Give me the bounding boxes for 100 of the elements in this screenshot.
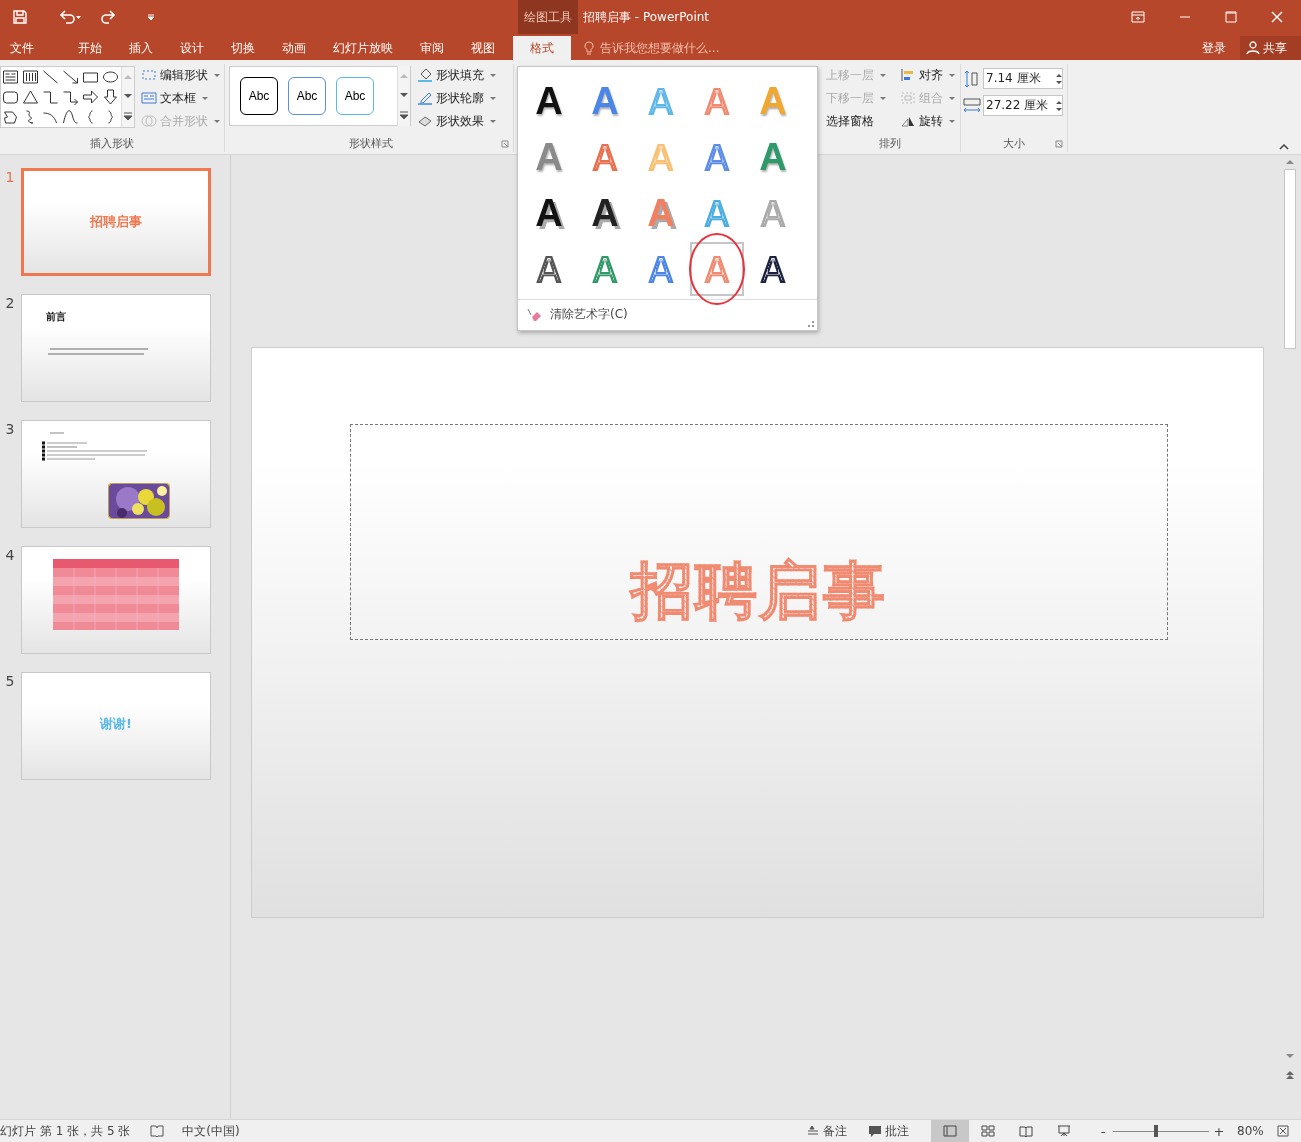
wordart-glyph: A [591,249,619,289]
scroll-down-icon[interactable] [124,93,132,99]
wordart-style[interactable]: A [634,242,688,296]
wordart-style[interactable]: A [578,130,632,184]
sign-in-link[interactable]: 登录 [1202,39,1226,57]
wordart-glyph: A [759,82,787,120]
group-label: 形状样式 [348,136,394,152]
eraser-icon [526,307,542,322]
vertical-textbox-icon[interactable] [21,68,40,86]
more-icon[interactable] [124,112,132,121]
ribbon-tab[interactable]: 动画 [269,36,319,60]
shape-style[interactable]: Abc [240,77,278,115]
resize-grip-icon[interactable] [808,321,814,327]
wordart-style[interactable]: A [690,130,744,184]
notes-button[interactable]: 备注 [807,1122,847,1140]
proofing-icon[interactable] [150,1125,165,1137]
ribbon-command[interactable]: 文本框 [141,89,220,107]
zoom-out-button[interactable]: - [1097,1123,1109,1139]
context-tab-group: 绘图工具 [518,0,578,34]
wordart-style[interactable]: A [522,130,576,184]
ribbon-tab[interactable]: 设计 [167,36,217,60]
wordart-glyph: A [647,249,675,289]
shape-style[interactable]: Abc [288,77,326,115]
pencil-icon [417,90,433,106]
fit-to-window-icon[interactable] [1277,1125,1289,1137]
scroll-down-icon[interactable] [400,92,408,98]
wordart-glyph: A [591,194,619,232]
clear-wordart-item[interactable]: 清除艺术字(C) [518,299,817,329]
slide-thumbnail[interactable]: 前言 [21,294,211,402]
window-title: 招聘启事 - PowerPoint [583,8,710,26]
slide-counter: 幻灯片 第 1 张，共 5 张 [0,1122,131,1140]
ribbon-tab[interactable]: 文件 [0,36,47,60]
spin-arrows-icon[interactable] [1056,98,1062,113]
freeform-icon[interactable] [1,108,20,126]
line-icon[interactable] [41,68,60,86]
previous-slide-icon[interactable] [1286,1071,1294,1079]
wordart-glyph: A [591,82,619,120]
slide-number: 2 [4,295,16,311]
scroll-thumb[interactable] [1284,169,1296,349]
ribbon-command[interactable]: 选择窗格 [826,112,886,130]
down-arrow-icon[interactable] [101,88,120,106]
ribbon-command[interactable]: 形状轮廓 [417,89,496,107]
elbow-connector-icon[interactable] [41,88,60,106]
undo-icon[interactable] [58,9,82,25]
arrow-line-icon[interactable] [61,68,80,86]
zoom-slider-thumb[interactable] [1154,1125,1159,1137]
wordart-glyph: A [703,81,731,121]
ribbon-tab[interactable]: 格式 [513,36,571,60]
ribbon-command[interactable]: 编辑形状 [141,66,220,84]
comments-button[interactable]: 批注 [869,1122,909,1140]
close-icon[interactable] [1271,11,1283,23]
shape-style[interactable]: Abc [336,77,374,115]
collapse-ribbon-icon[interactable] [1279,144,1289,150]
textbox-icon [141,91,157,105]
ribbon-tab[interactable]: 开始 [65,36,115,60]
wordart-style[interactable]: A [578,74,632,128]
wordart-style[interactable]: A [746,130,800,184]
ribbon-tab[interactable]: 插入 [116,36,166,60]
maximize-icon[interactable] [1225,11,1237,23]
zoom-in-button[interactable]: + [1213,1123,1225,1139]
scroll-up-icon[interactable] [1286,159,1294,165]
zoom-level[interactable]: 80% [1237,1124,1267,1138]
language-indicator[interactable]: 中文(中国) [182,1122,240,1140]
right-arrow-icon[interactable] [81,88,100,106]
dialog-launcher-icon[interactable] [1055,140,1063,148]
ribbon-command[interactable]: 旋转 [900,112,955,130]
redo-icon[interactable] [100,9,116,25]
triangle-icon[interactable] [21,88,40,106]
ribbon-tab[interactable]: 审阅 [407,36,457,60]
save-icon[interactable] [12,9,28,25]
ribbon-command[interactable]: 形状填充 [417,66,496,84]
ribbon-tab[interactable]: 幻灯片放映 [320,36,406,60]
slide-thumbnail[interactable] [21,546,211,654]
curve-icon[interactable] [61,108,80,126]
customize-toolbar-icon[interactable] [146,12,156,22]
slide-thumbnail[interactable] [21,420,211,528]
ribbon-tab[interactable]: 视图 [458,36,508,60]
share-button[interactable]: 共享 [1240,36,1301,60]
tell-me-field[interactable]: 告诉我您想要做什么... [598,40,782,56]
rotate-icon [900,114,916,128]
ribbon-display-options-icon[interactable] [1131,11,1145,23]
scroll-down-icon[interactable] [1286,1053,1294,1059]
ribbon-tab[interactable]: 切换 [218,36,268,60]
wordart-style[interactable]: A [522,186,576,240]
ribbon-command[interactable]: 形状效果 [417,112,496,130]
height-field[interactable]: 7.14 厘米 [983,68,1063,89]
wordart-style[interactable]: A [522,242,576,296]
dialog-launcher-icon[interactable] [501,140,509,148]
wordart-glyph: A [703,249,731,289]
wordart-style[interactable]: A [746,242,800,296]
width-field[interactable]: 27.22 厘米 [983,95,1063,116]
ribbon-command[interactable]: 对齐 [900,66,955,84]
more-icon[interactable] [400,111,408,120]
wordart-style[interactable]: A [578,186,632,240]
textbox-icon[interactable] [1,68,20,86]
wordart-style[interactable]: A [578,242,632,296]
spin-arrows-icon[interactable] [1056,71,1062,86]
wordart-glyph: A [535,249,563,289]
elbow-arrow-icon[interactable] [61,88,80,106]
wordart-style[interactable]: A [522,74,576,128]
